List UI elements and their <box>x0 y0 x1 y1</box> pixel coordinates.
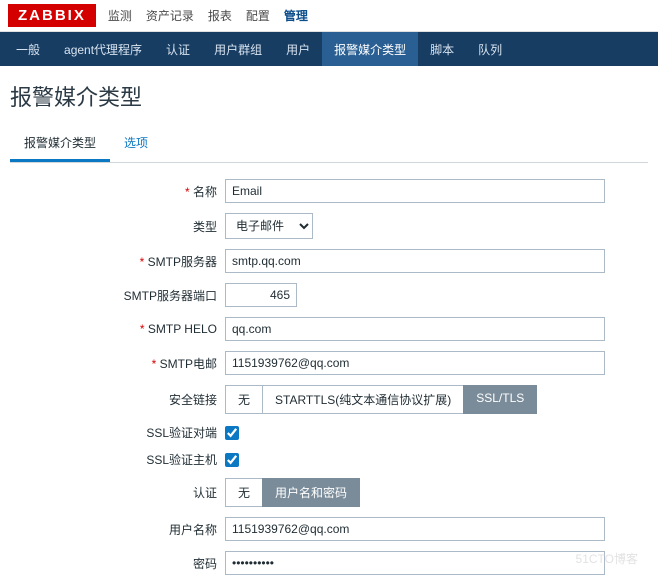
label-smtp-email: SMTP电邮 <box>0 355 225 372</box>
label-ssl-peer: SSL验证对端 <box>0 424 225 441</box>
topnav-inventory[interactable]: 资产记录 <box>146 7 194 24</box>
seg-sec-ssltls[interactable]: SSL/TLS <box>463 385 537 414</box>
ssl-peer-checkbox[interactable] <box>225 426 239 440</box>
subnav-mediatypes[interactable]: 报警媒介类型 <box>322 32 418 66</box>
label-ssl-host: SSL验证主机 <box>0 451 225 468</box>
topnav-reports[interactable]: 报表 <box>208 7 232 24</box>
label-auth: 认证 <box>0 484 225 501</box>
subnav-general[interactable]: 一般 <box>4 32 52 66</box>
seg-auth-userpass[interactable]: 用户名和密码 <box>262 478 360 507</box>
topnav-configuration[interactable]: 配置 <box>246 7 270 24</box>
watermark: 51CTO博客 <box>576 550 638 567</box>
seg-auth-none[interactable]: 无 <box>225 478 263 507</box>
logo: ZABBIX <box>8 4 96 27</box>
smtp-server-input[interactable] <box>225 249 605 273</box>
tab-options[interactable]: 选项 <box>110 126 162 162</box>
seg-auth: 无 用户名和密码 <box>225 478 360 507</box>
subnav-proxies[interactable]: agent代理程序 <box>52 32 154 66</box>
label-type: 类型 <box>0 218 225 235</box>
label-smtp-helo: SMTP HELO <box>0 322 225 336</box>
password-input[interactable] <box>225 551 605 575</box>
seg-sec-starttls[interactable]: STARTTLS(纯文本通信协议扩展) <box>262 385 464 414</box>
form: 名称 类型 电子邮件 SMTP服务器 SMTP服务器端口 SMTP HELO S… <box>0 179 658 577</box>
subnav-queue[interactable]: 队列 <box>466 32 514 66</box>
subnav-authentication[interactable]: 认证 <box>154 32 202 66</box>
label-smtp-server: SMTP服务器 <box>0 253 225 270</box>
label-username: 用户名称 <box>0 521 225 538</box>
smtp-email-input[interactable] <box>225 351 605 375</box>
seg-conn-security: 无 STARTTLS(纯文本通信协议扩展) SSL/TLS <box>225 385 537 414</box>
name-input[interactable] <box>225 179 605 203</box>
topnav-monitoring[interactable]: 监测 <box>108 7 132 24</box>
tabs: 报警媒介类型 选项 <box>10 126 648 163</box>
type-select[interactable]: 电子邮件 <box>225 213 313 239</box>
smtp-port-input[interactable] <box>225 283 297 307</box>
top-bar: ZABBIX 监测 资产记录 报表 配置 管理 <box>0 0 658 32</box>
top-nav: 监测 资产记录 报表 配置 管理 <box>108 7 308 24</box>
label-name: 名称 <box>0 183 225 200</box>
page-title: 报警媒介类型 <box>0 66 658 118</box>
subnav-users[interactable]: 用户 <box>274 32 322 66</box>
subnav-usergroups[interactable]: 用户群组 <box>202 32 274 66</box>
username-input[interactable] <box>225 517 605 541</box>
seg-sec-none[interactable]: 无 <box>225 385 263 414</box>
topnav-administration[interactable]: 管理 <box>284 7 308 24</box>
label-conn-security: 安全链接 <box>0 391 225 408</box>
sub-nav: 一般 agent代理程序 认证 用户群组 用户 报警媒介类型 脚本 队列 <box>0 32 658 66</box>
smtp-helo-input[interactable] <box>225 317 605 341</box>
label-password: 密码 <box>0 555 225 572</box>
tab-mediatype[interactable]: 报警媒介类型 <box>10 126 110 162</box>
ssl-host-checkbox[interactable] <box>225 453 239 467</box>
subnav-scripts[interactable]: 脚本 <box>418 32 466 66</box>
label-smtp-port: SMTP服务器端口 <box>0 287 225 304</box>
